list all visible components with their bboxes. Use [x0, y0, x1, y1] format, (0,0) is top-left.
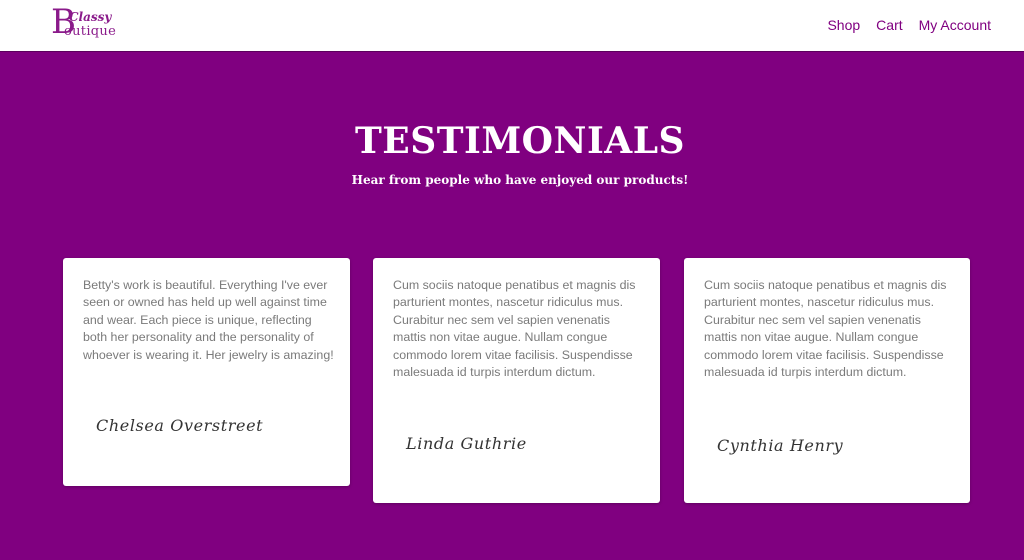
testimonial-signature: Linda Guthrie	[406, 434, 527, 453]
testimonial-text: Betty's work is beautiful. Everything I'…	[83, 278, 334, 362]
nav-cart-link[interactable]: Cart	[876, 15, 902, 35]
testimonial-text: Cum sociis natoque penatibus et magnis d…	[704, 278, 947, 380]
logo-top-word: Classy	[69, 10, 112, 24]
nav-my-account-link[interactable]: My Account	[919, 15, 991, 35]
testimonial-text: Cum sociis natoque penatibus et magnis d…	[393, 278, 636, 380]
testimonial-card: Cum sociis natoque penatibus et magnis d…	[373, 258, 660, 503]
testimonial-signature: Chelsea Overstreet	[96, 416, 264, 435]
testimonial-card: Cum sociis natoque penatibus et magnis d…	[684, 258, 970, 503]
nav-shop-link[interactable]: Shop	[827, 15, 860, 35]
page-subtitle: Hear from people who have enjoyed our pr…	[351, 173, 689, 187]
main-nav: Shop Cart My Account	[811, 15, 991, 35]
page-title: TESTIMONIALS	[354, 120, 686, 162]
testimonial-card: Betty's work is beautiful. Everything I'…	[63, 258, 350, 486]
logo-rest-word: outique	[64, 24, 117, 39]
site-header: B Classy outique Shop Cart My Account	[0, 0, 1024, 52]
testimonial-signature: Cynthia Henry	[717, 436, 844, 455]
brand-logo[interactable]: B Classy outique	[50, 3, 120, 45]
